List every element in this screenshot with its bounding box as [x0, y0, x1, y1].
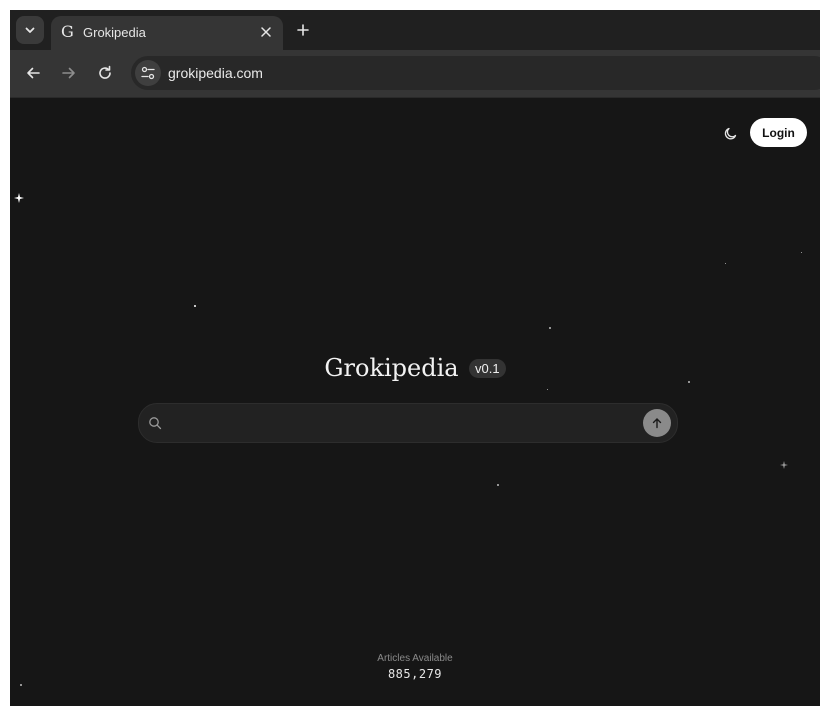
tab-list-button[interactable]: [16, 16, 44, 44]
articles-count: 885,279: [387, 667, 443, 681]
star: [547, 389, 548, 390]
login-button[interactable]: Login: [750, 118, 807, 147]
star: [20, 684, 22, 686]
hero-title-row: Grokipedia v0.1: [10, 354, 820, 382]
reload-button[interactable]: [94, 62, 116, 84]
url-text: grokipedia.com: [168, 65, 263, 81]
address-bar[interactable]: grokipedia.com: [131, 56, 820, 90]
tab-strip: G Grokipedia: [10, 10, 820, 50]
tune-icon: [141, 66, 155, 80]
forward-button[interactable]: [58, 62, 80, 84]
star: [725, 263, 726, 264]
search-bar: [138, 403, 678, 443]
moon-icon: [724, 127, 737, 140]
star: [194, 305, 196, 307]
arrow-left-icon: [27, 67, 40, 79]
tab-title: Grokipedia: [83, 25, 146, 40]
sparkle-star: [780, 461, 788, 469]
chevron-down-icon: [25, 27, 35, 33]
arrow-right-icon: [62, 67, 75, 79]
arrow-up-icon: [652, 418, 662, 429]
article-stats: Articles Available 885,279: [10, 653, 820, 681]
version-badge: v0.1: [469, 358, 506, 378]
star: [801, 252, 802, 253]
search-icon: [149, 417, 162, 430]
tab-grokipedia[interactable]: G Grokipedia: [51, 16, 283, 50]
search-input[interactable]: [171, 410, 635, 436]
g-favicon-icon: G: [61, 22, 74, 41]
close-icon: [261, 27, 271, 37]
articles-available-label: Articles Available: [377, 653, 453, 664]
plus-icon: [297, 24, 309, 36]
browser-window: G Grokipedia grokipedia.com Login Grokip…: [10, 10, 820, 706]
star: [549, 327, 551, 329]
back-button[interactable]: [22, 62, 44, 84]
reload-icon: [99, 65, 111, 79]
grokipedia-page: Login Grokipedia v0.1 Articles Available…: [10, 98, 820, 706]
search-submit-button[interactable]: [643, 409, 671, 437]
site-info-button[interactable]: [135, 60, 161, 86]
sparkle-star: [14, 193, 24, 203]
new-tab-button[interactable]: [293, 20, 313, 40]
browser-toolbar: grokipedia.com: [10, 50, 820, 97]
star: [497, 484, 499, 486]
theme-toggle-button[interactable]: [719, 123, 741, 145]
tab-close-button[interactable]: [257, 23, 275, 41]
site-title: Grokipedia: [324, 354, 459, 382]
